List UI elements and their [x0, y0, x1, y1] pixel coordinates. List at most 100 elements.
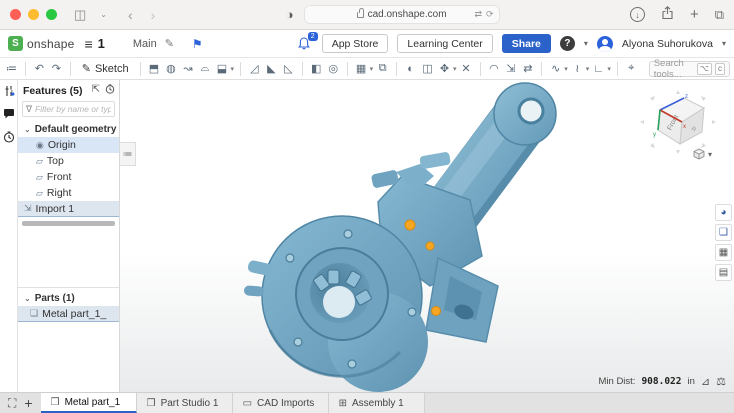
tree-node-metal-part[interactable]: ❏ Metal part_1_	[18, 306, 119, 322]
delete-part-icon[interactable]: ✕	[459, 61, 474, 77]
fillet-icon[interactable]: ◿	[247, 61, 262, 77]
appearance-panel-icon[interactable]: ◕	[715, 204, 732, 221]
revolve-icon[interactable]: ◍	[163, 61, 178, 77]
tab-cad-imports[interactable]: ▭ CAD Imports	[233, 393, 329, 413]
sheet-metal-icon[interactable]: ∟	[591, 61, 606, 77]
workspace-name[interactable]: Main	[133, 38, 157, 50]
add-tab-button[interactable]: +	[24, 395, 32, 411]
sheet-metal-dropdown-caret-icon[interactable]: ▾	[607, 65, 611, 73]
redo-button[interactable]: ↷	[49, 61, 64, 77]
feature-rollup-bar[interactable]	[22, 221, 115, 226]
tab-overview-button[interactable]: ⧉	[715, 7, 724, 23]
loft-icon[interactable]: ⌓	[197, 61, 212, 77]
sketch-button[interactable]: ✎ Sketch	[77, 61, 134, 76]
tree-node-front-plane[interactable]: ▱ Front	[18, 169, 119, 185]
bom-panel-icon[interactable]: ▤	[715, 264, 732, 281]
tree-node-top-plane[interactable]: ▱ Top	[18, 153, 119, 169]
browser-back-button[interactable]: ‹	[128, 7, 133, 23]
tab-manager-icon[interactable]: ⛶	[8, 396, 16, 411]
user-name[interactable]: Alyona Suhorukova	[622, 38, 713, 50]
help-icon[interactable]: ?	[560, 36, 575, 51]
tree-node-right-plane[interactable]: ▱ Right	[18, 185, 119, 201]
pattern-icon[interactable]: ▦	[354, 61, 369, 77]
minimize-window-button[interactable]	[28, 9, 39, 20]
feature-list-toggle-icon[interactable]: ≔	[4, 61, 19, 77]
configurations-slider-icon[interactable]	[3, 85, 15, 97]
help-caret-icon[interactable]: ▾	[584, 39, 588, 48]
curve-icon[interactable]: ≀	[570, 61, 585, 77]
modify-fillet-icon[interactable]: ◠	[486, 61, 501, 77]
mirror-icon[interactable]: ⧉	[375, 61, 390, 77]
reload-icon[interactable]: ⟳	[486, 9, 494, 20]
lock-icon	[357, 12, 364, 18]
sweep-icon[interactable]: ↝	[180, 61, 195, 77]
undo-button[interactable]: ↶	[32, 61, 47, 77]
share-page-icon[interactable]	[661, 6, 674, 23]
browser-forward-button[interactable]: ›	[151, 7, 156, 23]
downloads-button[interactable]: ↓	[630, 7, 645, 22]
mate-connector-icon[interactable]: ⌖	[624, 61, 639, 77]
history-icon[interactable]	[105, 84, 115, 97]
popout-panel-icon[interactable]: ⇱	[92, 84, 100, 97]
tab-part-studio-1[interactable]: ❒ Part Studio 1	[137, 393, 233, 413]
search-tools-input[interactable]: Search tools... ⌥ c	[649, 61, 730, 77]
translate-icon[interactable]: ⇄	[474, 9, 482, 20]
view-cube[interactable]: Front R z x y	[638, 88, 718, 156]
new-tab-button[interactable]: +	[690, 6, 699, 23]
boss-dropdown-caret-icon[interactable]: ▾	[230, 65, 234, 73]
tab-assembly-1[interactable]: ⊞ Assembly 1	[329, 393, 425, 413]
shell-icon[interactable]: ◧	[309, 61, 324, 77]
tab-metal-part-1[interactable]: ❒ Metal part_1	[41, 393, 137, 413]
history-clock-icon[interactable]	[3, 131, 15, 143]
move-face-icon[interactable]: ⇲	[503, 61, 518, 77]
split-icon[interactable]: ◫	[420, 61, 435, 77]
graphics-canvas[interactable]: ≔ Front R	[120, 80, 734, 392]
app-store-button[interactable]: App Store	[322, 34, 389, 53]
document-menu-icon[interactable]: ≡	[84, 36, 92, 52]
replace-face-icon[interactable]: ⇄	[520, 61, 535, 77]
window-controls	[10, 9, 57, 20]
transform-icon[interactable]: ✥	[437, 61, 452, 77]
chevron-down-icon[interactable]: ⌄	[24, 125, 31, 134]
custom-tables-panel-icon[interactable]: ▦	[715, 244, 732, 261]
notifications-bell-icon[interactable]: 2	[297, 36, 313, 52]
filter-input[interactable]: ∇ Filter by name or type	[22, 101, 115, 117]
feature-panel-flyout-handle[interactable]: ≔	[120, 142, 136, 166]
transform-dropdown-caret-icon[interactable]: ▾	[453, 65, 457, 73]
view-settings-dropdown[interactable]: ▾	[693, 148, 712, 160]
pattern-dropdown-caret-icon[interactable]: ▾	[370, 65, 374, 73]
extrude-icon[interactable]: ⬒	[146, 61, 161, 77]
parts-title: Parts (1)	[35, 293, 75, 304]
chevron-down-icon[interactable]: ⌄	[24, 294, 31, 303]
privacy-shield-icon[interactable]: ◑	[286, 7, 294, 22]
sidebar-toggle-icon[interactable]: ◫	[71, 8, 89, 21]
user-avatar[interactable]	[597, 36, 613, 52]
document-title[interactable]: 1	[98, 36, 105, 51]
share-button[interactable]: Share	[502, 34, 551, 53]
thicken-icon[interactable]: ⬓	[214, 61, 229, 77]
hole-icon[interactable]: ◎	[326, 61, 341, 77]
curve-dropdown-caret-icon[interactable]: ▾	[586, 65, 590, 73]
sidebar-chevron-icon[interactable]: ⌄	[97, 11, 110, 19]
learning-center-button[interactable]: Learning Center	[397, 34, 492, 53]
versions-pencil-icon[interactable]: ✎	[165, 37, 174, 50]
boolean-icon[interactable]: ◐	[403, 61, 418, 77]
tree-node-origin[interactable]: ◉ Origin	[18, 137, 119, 153]
surface-dropdown-caret-icon[interactable]: ▾	[564, 65, 568, 73]
configurations-panel-icon[interactable]: ❑	[715, 224, 732, 241]
comments-icon[interactable]	[3, 108, 15, 120]
mass-properties-icon[interactable]: ⚖	[716, 375, 726, 388]
parts-header[interactable]: ⌄ Parts (1)	[18, 290, 119, 306]
zoom-window-button[interactable]	[46, 9, 57, 20]
address-bar[interactable]: cad.onshape.com ⇄ ⟳	[304, 5, 500, 24]
tree-node-import-1[interactable]: ⇲ Import 1	[18, 201, 119, 217]
measure-icon[interactable]: ⊿	[701, 375, 710, 388]
surface-icon[interactable]: ∿	[548, 61, 563, 77]
tree-node-default-geometry[interactable]: ⌄ Default geometry	[18, 121, 119, 137]
learning-flag-icon[interactable]: ⚑	[192, 37, 203, 51]
chamfer-icon[interactable]: ◣	[264, 61, 279, 77]
user-menu-caret-icon[interactable]: ▾	[722, 39, 726, 48]
close-window-button[interactable]	[10, 9, 21, 20]
draft-icon[interactable]: ◺	[281, 61, 296, 77]
onshape-logo-icon[interactable]: S	[8, 36, 23, 51]
